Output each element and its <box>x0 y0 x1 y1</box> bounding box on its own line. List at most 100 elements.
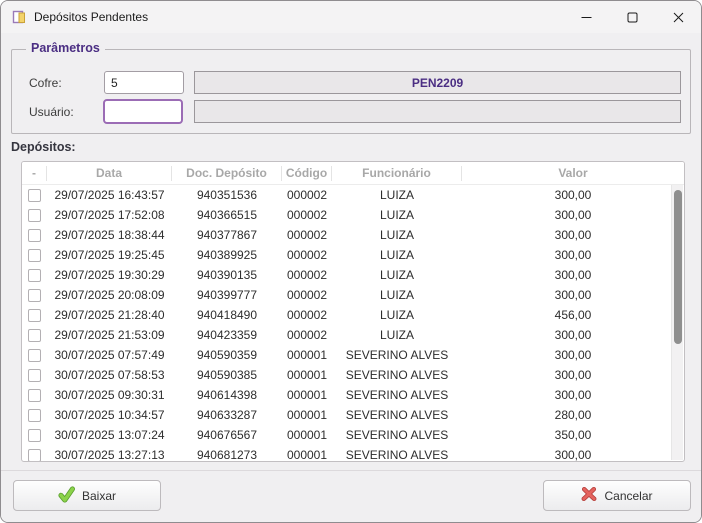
cell-date: 30/07/2025 07:58:53 <box>54 368 165 382</box>
cell-doc-deposito: 940590359 <box>196 348 258 362</box>
row-checkbox[interactable] <box>28 328 41 342</box>
cell-doc-deposito: 940590385 <box>196 368 258 382</box>
window-title: Depósitos Pendentes <box>34 10 149 24</box>
table-row[interactable]: 29/07/2025 21:53:09 940423359 000002 LUI… <box>22 325 684 345</box>
vertical-scrollbar[interactable] <box>671 185 683 460</box>
cell-valor: 300,00 <box>554 208 592 222</box>
maximize-button[interactable] <box>609 1 655 33</box>
column-header-select[interactable]: - <box>22 165 47 181</box>
cancelar-button[interactable]: Cancelar <box>543 480 691 511</box>
minimize-button[interactable] <box>563 1 609 33</box>
cell-valor: 350,00 <box>554 428 592 442</box>
cell-date: 29/07/2025 19:30:29 <box>54 268 165 282</box>
cell-valor: 300,00 <box>554 288 592 302</box>
cell-date: 29/07/2025 18:38:44 <box>54 228 165 242</box>
cell-funcionario: LUIZA <box>379 228 414 242</box>
cell-codigo: 000002 <box>286 328 328 342</box>
column-header-doc[interactable]: Doc. Depósito <box>172 165 282 181</box>
row-checkbox[interactable] <box>28 308 41 322</box>
row-checkbox[interactable] <box>28 448 41 461</box>
column-header-codigo[interactable]: Código <box>282 165 332 181</box>
cell-date: 30/07/2025 13:27:13 <box>54 448 165 462</box>
cell-doc-deposito: 940676567 <box>196 428 258 442</box>
table-row[interactable]: 30/07/2025 13:07:24 940676567 000001 SEV… <box>22 425 684 445</box>
cell-codigo: 000002 <box>286 268 328 282</box>
cofre-input[interactable] <box>104 71 184 94</box>
row-checkbox[interactable] <box>28 208 41 222</box>
table-row[interactable]: 29/07/2025 16:43:57 940351536 000002 LUI… <box>22 185 684 205</box>
check-icon <box>58 485 75 506</box>
cell-codigo: 000002 <box>286 248 328 262</box>
cell-doc-deposito: 940418490 <box>196 308 258 322</box>
table-row[interactable]: 30/07/2025 07:57:49 940590359 000001 SEV… <box>22 345 684 365</box>
cell-doc-deposito: 940423359 <box>196 328 258 342</box>
cell-codigo: 000001 <box>286 388 328 402</box>
cell-doc-deposito: 940614398 <box>196 388 258 402</box>
cell-codigo: 000002 <box>286 228 328 242</box>
cell-funcionario: SEVERINO ALVES <box>345 368 449 382</box>
table-row[interactable]: 29/07/2025 21:28:40 940418490 000002 LUI… <box>22 305 684 325</box>
cell-doc-deposito: 940366515 <box>196 208 258 222</box>
cell-funcionario: LUIZA <box>379 288 414 302</box>
cell-date: 29/07/2025 17:52:08 <box>54 208 165 222</box>
table-row[interactable]: 29/07/2025 19:25:45 940389925 000002 LUI… <box>22 245 684 265</box>
usuario-input[interactable] <box>103 99 183 124</box>
baixar-button-label: Baixar <box>81 488 116 503</box>
cell-codigo: 000001 <box>286 408 328 422</box>
cell-date: 29/07/2025 21:53:09 <box>54 328 165 342</box>
baixar-button[interactable]: Baixar <box>13 480 161 511</box>
cell-valor: 300,00 <box>554 188 592 202</box>
cell-valor: 300,00 <box>554 248 592 262</box>
cancelar-button-label: Cancelar <box>604 488 653 503</box>
row-checkbox[interactable] <box>28 408 41 422</box>
dialog-depositos-pendentes: Depósitos Pendentes Parâmetros Cofre: PE… <box>0 0 702 523</box>
cell-funcionario: SEVERINO ALVES <box>345 428 449 442</box>
footer-bar: Baixar Cancelar <box>1 470 701 522</box>
usuario-label: Usuário: <box>29 105 74 119</box>
title-bar: Depósitos Pendentes <box>1 1 701 33</box>
cell-funcionario: LUIZA <box>379 188 414 202</box>
cell-valor: 300,00 <box>554 268 592 282</box>
cell-funcionario: LUIZA <box>379 328 414 342</box>
column-header-funcionario[interactable]: Funcionário <box>332 165 462 181</box>
cell-doc-deposito: 940390135 <box>196 268 258 282</box>
deposits-table: - Data Doc. Depósito Código Funcionário … <box>21 161 685 462</box>
deposits-table-header: - Data Doc. Depósito Código Funcionário … <box>22 162 684 185</box>
close-button[interactable] <box>655 1 701 33</box>
table-row[interactable]: 30/07/2025 09:30:31 940614398 000001 SEV… <box>22 385 684 405</box>
row-checkbox[interactable] <box>28 248 41 262</box>
table-row[interactable]: 29/07/2025 20:08:09 940399777 000002 LUI… <box>22 285 684 305</box>
cell-doc-deposito: 940681273 <box>196 448 258 462</box>
usuario-display-field <box>194 100 681 123</box>
row-checkbox[interactable] <box>28 188 41 202</box>
row-checkbox[interactable] <box>28 228 41 242</box>
cell-date: 29/07/2025 20:08:09 <box>54 288 165 302</box>
column-header-data[interactable]: Data <box>47 165 172 181</box>
table-row[interactable]: 29/07/2025 19:30:29 940390135 000002 LUI… <box>22 265 684 285</box>
cell-funcionario: LUIZA <box>379 208 414 222</box>
cell-date: 29/07/2025 21:28:40 <box>54 308 165 322</box>
table-row[interactable]: 29/07/2025 17:52:08 940366515 000002 LUI… <box>22 205 684 225</box>
cell-doc-deposito: 940633287 <box>196 408 258 422</box>
cell-date: 30/07/2025 13:07:24 <box>54 428 165 442</box>
table-row[interactable]: 30/07/2025 13:27:13 940681273 000001 SEV… <box>22 445 684 462</box>
row-checkbox[interactable] <box>28 428 41 442</box>
row-checkbox[interactable] <box>28 288 41 302</box>
cell-funcionario: SEVERINO ALVES <box>345 408 449 422</box>
cell-funcionario: SEVERINO ALVES <box>345 348 449 362</box>
cell-funcionario: SEVERINO ALVES <box>345 388 449 402</box>
cell-doc-deposito: 940389925 <box>196 248 258 262</box>
deposits-label: Depósitos: <box>11 140 76 154</box>
scrollbar-thumb[interactable] <box>674 190 682 344</box>
table-row[interactable]: 30/07/2025 07:58:53 940590385 000001 SEV… <box>22 365 684 385</box>
cell-codigo: 000001 <box>286 428 328 442</box>
cell-codigo: 000002 <box>286 308 328 322</box>
table-row[interactable]: 30/07/2025 10:34:57 940633287 000001 SEV… <box>22 405 684 425</box>
row-checkbox[interactable] <box>28 268 41 282</box>
table-row[interactable]: 29/07/2025 18:38:44 940377867 000002 LUI… <box>22 225 684 245</box>
column-header-valor[interactable]: Valor <box>462 166 684 181</box>
cell-valor: 300,00 <box>554 368 592 382</box>
row-checkbox[interactable] <box>28 388 41 402</box>
row-checkbox[interactable] <box>28 348 41 362</box>
row-checkbox[interactable] <box>28 368 41 382</box>
